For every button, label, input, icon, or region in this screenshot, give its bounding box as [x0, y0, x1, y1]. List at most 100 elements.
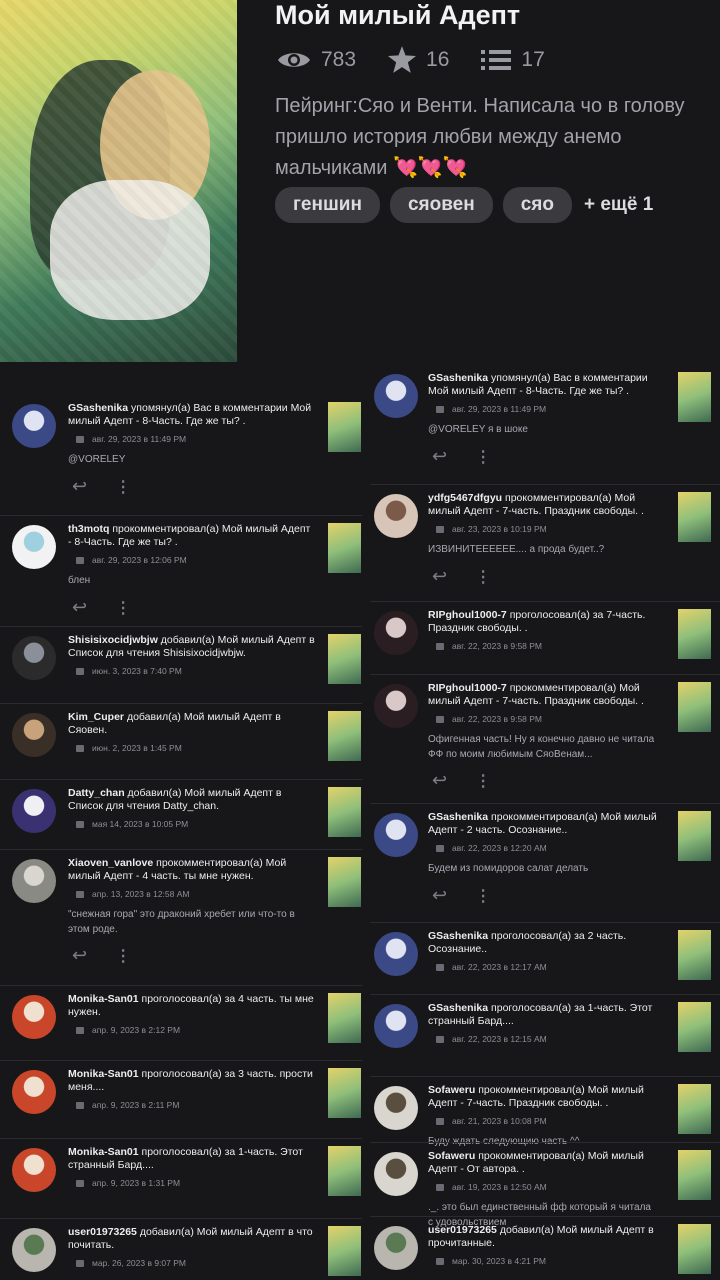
- notification-time: авг. 22, 2023 в 9:58 PM: [436, 641, 542, 651]
- comment-icon: [436, 963, 444, 971]
- avatar[interactable]: [374, 932, 418, 976]
- story-thumbnail[interactable]: [328, 787, 361, 837]
- username-link[interactable]: Datty_chan: [68, 787, 125, 799]
- comment-icon: [436, 844, 444, 852]
- avatar[interactable]: [374, 813, 418, 857]
- avatar[interactable]: [374, 684, 418, 728]
- comment-actions: ↩ ⋮: [72, 945, 131, 966]
- story-thumbnail[interactable]: [328, 1068, 361, 1118]
- username-link[interactable]: GSashenika: [428, 930, 488, 942]
- story-thumbnail[interactable]: [328, 402, 361, 452]
- username-link[interactable]: GSashenika: [428, 1002, 488, 1014]
- star-icon: [388, 46, 417, 73]
- username-link[interactable]: th3motq: [68, 523, 109, 535]
- username-link[interactable]: Sofaweru: [428, 1084, 475, 1096]
- avatar[interactable]: [12, 1228, 56, 1272]
- avatar[interactable]: [374, 611, 418, 655]
- avatar[interactable]: [12, 789, 56, 833]
- avatar[interactable]: [12, 1070, 56, 1114]
- more-options-icon[interactable]: ⋮: [115, 477, 131, 497]
- reply-icon[interactable]: ↩: [72, 945, 87, 966]
- avatar[interactable]: [12, 859, 56, 903]
- more-options-icon[interactable]: ⋮: [475, 771, 491, 791]
- avatar[interactable]: [12, 404, 56, 448]
- comment-body: Офигенная часть! Ну я конечно давно не ч…: [428, 734, 655, 760]
- timestamp: мар. 30, 2023 в 4:21 PM: [452, 1256, 547, 1266]
- username-link[interactable]: ydfg5467dfgyu: [428, 492, 502, 504]
- story-thumbnail[interactable]: [328, 993, 361, 1043]
- story-thumbnail[interactable]: [328, 1146, 361, 1196]
- more-options-icon[interactable]: ⋮: [475, 567, 491, 587]
- username-link[interactable]: user01973265: [68, 1226, 137, 1238]
- avatar[interactable]: [12, 525, 56, 569]
- reply-icon[interactable]: ↩: [432, 566, 447, 587]
- story-thumbnail[interactable]: [678, 492, 711, 542]
- notification-text: Sofaweru прокомментировал(а) Мой милый А…: [428, 1150, 666, 1176]
- story-thumbnail[interactable]: [328, 857, 361, 907]
- username-link[interactable]: Kim_Cuper: [68, 711, 124, 723]
- reply-icon[interactable]: ↩: [72, 476, 87, 497]
- story-thumbnail[interactable]: [678, 1084, 711, 1134]
- story-thumbnail[interactable]: [328, 711, 361, 761]
- story-thumbnail[interactable]: [678, 682, 711, 732]
- avatar[interactable]: [12, 995, 56, 1039]
- timestamp: авг. 22, 2023 в 9:58 PM: [452, 714, 543, 724]
- more-options-icon[interactable]: ⋮: [115, 946, 131, 966]
- tag-xiaoven[interactable]: сяовен: [389, 187, 493, 223]
- avatar[interactable]: [12, 713, 56, 757]
- timestamp: авг. 22, 2023 в 9:58 PM: [452, 641, 543, 651]
- story-thumbnail[interactable]: [328, 523, 361, 573]
- timestamp: авг. 22, 2023 в 12:15 AM: [452, 1034, 547, 1044]
- story-thumbnail[interactable]: [678, 811, 711, 861]
- tag-xiao[interactable]: сяо: [502, 187, 572, 223]
- reply-icon[interactable]: ↩: [432, 885, 447, 906]
- username-link[interactable]: GSashenika: [428, 372, 488, 384]
- avatar[interactable]: [12, 636, 56, 680]
- more-tags-link[interactable]: + ещё 1: [584, 194, 653, 216]
- story-thumbnail[interactable]: [678, 1002, 711, 1052]
- username-link[interactable]: user01973265: [428, 1224, 497, 1236]
- avatar[interactable]: [374, 1226, 418, 1270]
- timestamp: мар. 26, 2023 в 9:07 PM: [92, 1258, 187, 1268]
- timestamp: авг. 29, 2023 в 11:49 PM: [452, 404, 547, 414]
- avatar[interactable]: [374, 1004, 418, 1048]
- reply-icon[interactable]: ↩: [72, 597, 87, 618]
- username-link[interactable]: Xiaoven_vanlove: [68, 857, 153, 869]
- story-thumbnail[interactable]: [678, 609, 711, 659]
- username-link[interactable]: Shisisixocidjwbjw: [68, 634, 158, 646]
- avatar[interactable]: [374, 494, 418, 538]
- comment-icon: [76, 1101, 84, 1109]
- avatar[interactable]: [374, 1152, 418, 1196]
- parts-stat: 17: [481, 48, 545, 72]
- username-link[interactable]: GSashenika: [428, 811, 488, 823]
- comment-icon: [76, 1259, 84, 1267]
- notification-text: user01973265 добавил(а) Мой милый Адепт …: [68, 1226, 316, 1252]
- notification-text: GSashenika упомянул(а) Вас в комментарии…: [428, 372, 666, 398]
- cover-image[interactable]: [0, 0, 237, 362]
- story-thumbnail[interactable]: [678, 930, 711, 980]
- username-link[interactable]: Monika-San01: [68, 993, 139, 1005]
- more-options-icon[interactable]: ⋮: [475, 447, 491, 467]
- notification-text: GSashenika проголосовал(а) за 1-часть. Э…: [428, 1002, 666, 1028]
- more-options-icon[interactable]: ⋮: [115, 598, 131, 618]
- timestamp: июн. 2, 2023 в 1:45 PM: [92, 743, 182, 753]
- story-thumbnail[interactable]: [328, 634, 361, 684]
- avatar[interactable]: [12, 1148, 56, 1192]
- story-thumbnail[interactable]: [678, 372, 711, 422]
- username-link[interactable]: GSashenika: [68, 402, 128, 414]
- avatar[interactable]: [374, 374, 418, 418]
- reply-icon[interactable]: ↩: [432, 770, 447, 791]
- more-options-icon[interactable]: ⋮: [475, 886, 491, 906]
- username-link[interactable]: Sofaweru: [428, 1150, 475, 1162]
- username-link[interactable]: RIPghoul1000-7: [428, 609, 507, 621]
- tag-genshin[interactable]: геншин: [275, 187, 380, 223]
- story-thumbnail[interactable]: [678, 1224, 711, 1274]
- avatar[interactable]: [374, 1086, 418, 1130]
- username-link[interactable]: Monika-San01: [68, 1146, 139, 1158]
- username-link[interactable]: RIPghoul1000-7: [428, 682, 507, 694]
- reply-icon[interactable]: ↩: [432, 446, 447, 467]
- comment-icon: [76, 820, 84, 828]
- story-thumbnail[interactable]: [328, 1226, 361, 1276]
- username-link[interactable]: Monika-San01: [68, 1068, 139, 1080]
- story-thumbnail[interactable]: [678, 1150, 711, 1200]
